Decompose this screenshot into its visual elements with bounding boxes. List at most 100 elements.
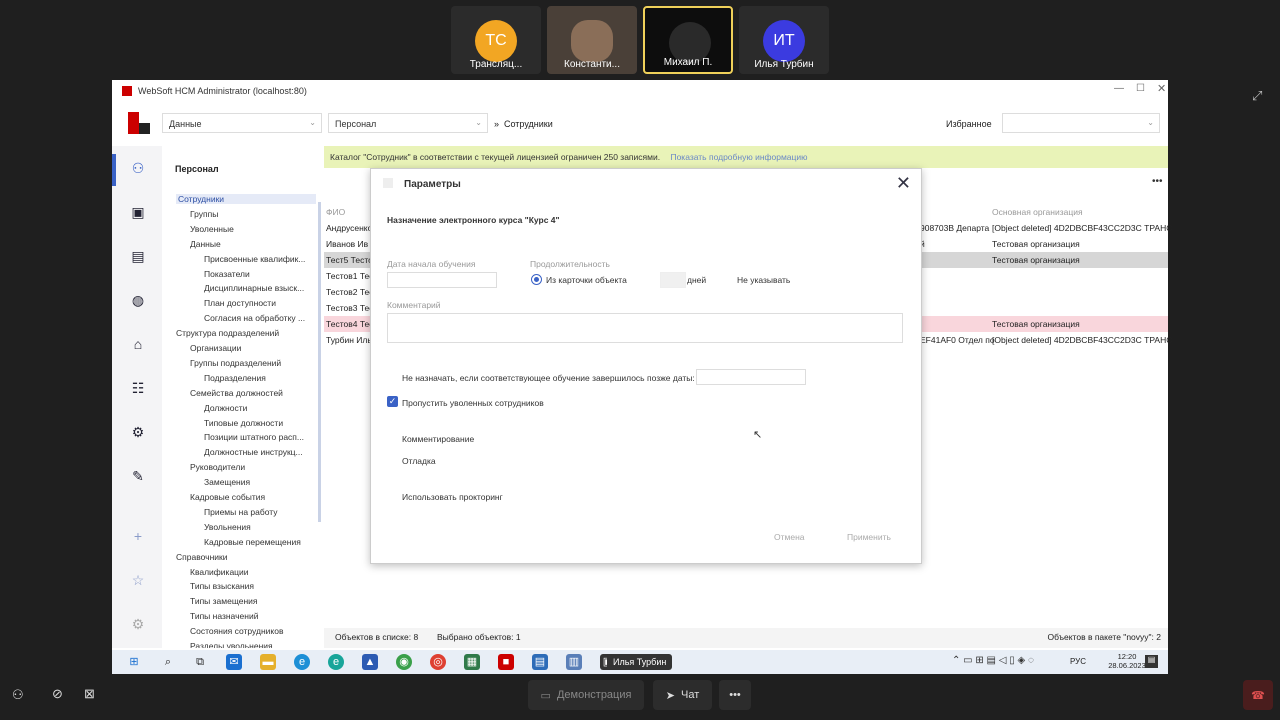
tree-item[interactable]: Должности xyxy=(204,403,247,413)
tree-item[interactable]: Руководители xyxy=(190,462,245,472)
graduation-cap-icon[interactable]: ⌂ xyxy=(130,336,146,352)
tree-item[interactable]: Типовые должности xyxy=(204,418,283,428)
hangup-icon[interactable]: ☎ xyxy=(1243,680,1273,710)
mic-off-icon[interactable]: ⊘ xyxy=(52,686,63,702)
search-icon[interactable]: ⌕ xyxy=(160,654,176,670)
participant-tile[interactable]: ТС Трансляц... xyxy=(451,6,541,74)
tree-item[interactable]: Уволенные xyxy=(190,224,234,234)
column-header-org[interactable]: Основная организация xyxy=(992,207,1083,217)
tree-item[interactable]: Типы взыскания xyxy=(190,581,254,591)
tree-item[interactable]: Типы назначений xyxy=(190,611,258,621)
tree-item[interactable]: Показатели xyxy=(204,269,250,279)
app-icon[interactable]: ▲ xyxy=(362,654,378,670)
task-view-icon[interactable]: ⧉ xyxy=(192,654,208,670)
hierarchy-icon[interactable]: ☷ xyxy=(130,380,146,396)
windows-start-icon[interactable]: ⊞ xyxy=(126,654,142,670)
settings-icon[interactable]: ⚙ xyxy=(130,616,146,632)
language-indicator[interactable]: РУС xyxy=(1070,657,1086,666)
duration-card-radio[interactable] xyxy=(531,274,542,285)
tree-item[interactable]: Справочники xyxy=(176,552,228,562)
status-count: Объектов в списке: 8 xyxy=(335,632,419,642)
banner-link[interactable]: Показать подробную информацию xyxy=(670,152,807,162)
tree-item[interactable]: План доступности xyxy=(204,298,276,308)
plus-icon[interactable]: + xyxy=(130,528,146,544)
close-icon[interactable]: ✕ xyxy=(896,173,911,194)
participant-tile[interactable]: Михаил П. xyxy=(643,6,733,74)
start-date-input[interactable] xyxy=(387,272,497,288)
close-icon[interactable]: ✕ xyxy=(1157,82,1166,95)
apply-button[interactable]: Применить xyxy=(847,532,891,542)
participant-tile[interactable]: ИТ Илья Турбин xyxy=(739,6,829,74)
notification-icon[interactable]: ▤ xyxy=(1145,655,1158,668)
minimize-icon[interactable]: — xyxy=(1114,83,1124,94)
fullscreen-icon[interactable]: ⤢ xyxy=(1252,88,1262,104)
tree-item[interactable]: Присвоенные квалифик... xyxy=(204,254,305,264)
chrome-icon[interactable]: ◎ xyxy=(430,654,446,670)
tree-item[interactable]: Семейства должностей xyxy=(190,388,283,398)
tree-item[interactable]: Кадровые события xyxy=(190,492,265,502)
tree-item[interactable]: Группы xyxy=(190,209,218,219)
chat-button[interactable]: ➤ Чат xyxy=(653,680,712,710)
camera-off-icon[interactable]: ⊠ xyxy=(84,686,95,702)
tree-item[interactable]: Данные xyxy=(190,239,221,249)
tree-item[interactable]: Типы замещения xyxy=(190,596,258,606)
brush-icon[interactable]: ✎ xyxy=(130,468,146,484)
word-icon[interactable]: ▤ xyxy=(532,654,548,670)
tree-item[interactable]: Состояния сотрудников xyxy=(190,626,284,636)
commenting-label[interactable]: Комментирование xyxy=(402,434,474,444)
chevron-down-icon: ⌄ xyxy=(309,118,316,127)
debug-label[interactable]: Отладка xyxy=(402,456,436,466)
cancel-button[interactable]: Отмена xyxy=(774,532,805,542)
tree-item[interactable]: Позиции штатного расп... xyxy=(204,432,304,442)
tree-item[interactable]: Увольнения xyxy=(204,522,251,532)
tree-item[interactable]: Квалификации xyxy=(190,567,249,577)
websoft-icon[interactable]: ■ xyxy=(498,654,514,670)
tree-item[interactable]: Структура подразделений xyxy=(176,328,279,338)
tree-item[interactable]: Группы подразделений xyxy=(190,358,281,368)
tree-item[interactable]: Разделы увольнения xyxy=(190,641,273,648)
data-combo[interactable]: Данные ⌄ xyxy=(162,113,322,133)
proctoring-label[interactable]: Использовать прокторинг xyxy=(402,492,503,502)
more-icon[interactable]: ••• xyxy=(1152,176,1163,187)
network-app-icon[interactable]: ◉ xyxy=(396,654,412,670)
favorites-combo[interactable]: ⌄ xyxy=(1002,113,1160,133)
people-icon[interactable]: ⚇ xyxy=(130,160,146,176)
more-button[interactable]: ••• xyxy=(719,680,751,710)
tree-item[interactable]: Организации xyxy=(190,343,241,353)
mail-icon[interactable]: ✉ xyxy=(226,654,242,670)
tree-item[interactable]: Согласия на обработку ... xyxy=(204,313,305,323)
id-card-icon[interactable]: ▣ xyxy=(130,204,146,220)
star-icon[interactable]: ☆ xyxy=(130,572,146,588)
window-title: WebSoft HCM Administrator (localhost:80) xyxy=(138,86,307,96)
window-icon[interactable]: ▥ xyxy=(566,654,582,670)
edge-icon[interactable]: e xyxy=(294,654,310,670)
folder-icon[interactable]: ▬ xyxy=(260,654,276,670)
no-assign-date-input[interactable] xyxy=(696,369,806,385)
participant-tile[interactable]: Константи... xyxy=(547,6,637,74)
maximize-icon[interactable]: ☐ xyxy=(1136,83,1145,94)
terminal-icon[interactable]: ▦ xyxy=(464,654,480,670)
clipboard-icon[interactable]: ▤ xyxy=(130,248,146,264)
browser-icon[interactable]: e xyxy=(328,654,344,670)
tree-item[interactable]: Должностные инструкц... xyxy=(204,447,303,457)
tree-item[interactable]: Замещения xyxy=(204,477,250,487)
tree-item[interactable]: Приемы на работу xyxy=(204,507,278,517)
tree-item[interactable]: Подразделения xyxy=(204,373,266,383)
personal-combo[interactable]: Персонал ⌄ xyxy=(328,113,488,133)
tray-icons[interactable]: ⌃ ▭ ⊞ ▤ ◁ ▯ ◈ ◌ xyxy=(952,655,1034,666)
globe-icon[interactable]: ◍ xyxy=(130,292,146,308)
tree-scrollbar[interactable] xyxy=(318,202,321,522)
tree-item[interactable]: Кадровые перемещения xyxy=(204,537,301,547)
breadcrumb[interactable]: Сотрудники xyxy=(504,119,553,129)
column-header-fio[interactable]: ФИО xyxy=(326,207,345,217)
clock[interactable]: 12:20 28.06.2023 xyxy=(1104,652,1150,670)
gear-icon[interactable]: ⚙ xyxy=(130,424,146,440)
tree-item[interactable]: Сотрудники xyxy=(176,194,316,204)
add-participant-icon[interactable]: ⚇ xyxy=(12,687,24,703)
tree-item[interactable]: Дисциплинарные взыск... xyxy=(204,283,304,293)
demo-button[interactable]: ▭ Демонстрация xyxy=(528,680,644,710)
no-specify-label[interactable]: Не указывать xyxy=(737,275,790,285)
days-input[interactable] xyxy=(660,272,686,288)
comment-textarea[interactable] xyxy=(387,313,903,343)
skip-fired-checkbox[interactable]: ✓ xyxy=(387,396,398,407)
